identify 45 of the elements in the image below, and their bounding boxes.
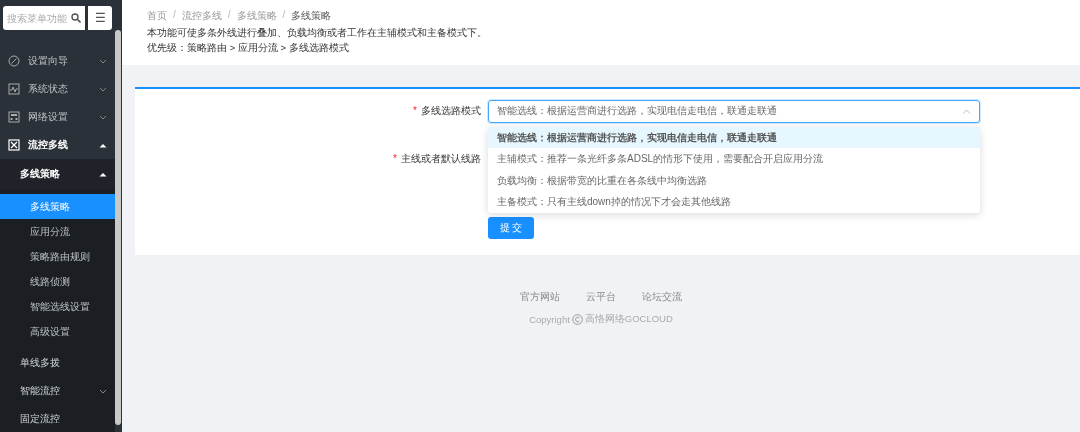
dropdown-option[interactable]: 智能选线：根据运营商进行选路，实现电信走电信，联通走联通 (488, 126, 980, 148)
dropdown-option[interactable]: 负载均衡：根据带宽的比重在各条线中均衡选路 (488, 169, 980, 191)
breadcrumb-separator: / (227, 9, 231, 22)
menu-item[interactable]: 流控多线 (0, 131, 115, 159)
required-mark: * (413, 105, 417, 116)
search-icon (71, 13, 81, 23)
search-field[interactable]: 搜索菜单功能 (3, 6, 85, 30)
menu-item[interactable]: 固定流控 (0, 405, 115, 432)
caret-up-icon (99, 142, 107, 148)
crossed-box-icon (8, 139, 20, 151)
copyright-text: Copyright (529, 314, 570, 325)
menu-item[interactable]: 高级设置 (0, 319, 115, 344)
menu-item[interactable]: 智能流控 (0, 377, 115, 405)
required-mark: * (393, 153, 397, 164)
menu-item[interactable]: 多线策略 (0, 159, 115, 189)
description-text: 本功能可使多条外线进行叠加、负载均衡或者工作在主辅模式和主备模式下。 (147, 27, 488, 40)
copyright-owner: 高恪网络GOCLOUD (584, 313, 673, 326)
caret-up-icon (99, 171, 107, 177)
menu-item[interactable]: 单线多拨 (0, 349, 115, 377)
menu-button[interactable]: ☰ (88, 6, 112, 30)
device-icon (8, 111, 20, 123)
dropdown-option[interactable]: 主备模式：只有主线down掉的情况下才会走其他线路 (488, 191, 980, 213)
pulse-chart-icon (8, 83, 20, 95)
description-text: 优先级：策略路由 > 应用分流 > 多线选路模式 (147, 42, 350, 55)
caret-down-icon (99, 114, 107, 120)
scrollbar[interactable] (115, 30, 121, 425)
breadcrumb-separator: / (282, 9, 286, 22)
caret-down-icon (99, 58, 107, 64)
menu-item[interactable]: 应用分流 (0, 219, 115, 244)
caret-down-icon (99, 388, 107, 394)
menu-item[interactable]: 设置向导 (0, 47, 115, 75)
copyright-icon (571, 314, 583, 325)
menu-item[interactable]: 策略路由规则 (0, 244, 115, 269)
field-label: * 多线选路模式 (412, 104, 482, 118)
menu-item[interactable]: 智能选线设置 (0, 294, 115, 319)
breadcrumb-separator: / (173, 9, 176, 22)
compass-icon (8, 55, 20, 67)
dropdown-option[interactable]: 主辅模式：推荐一条光纤多条ADSL的情形下使用，需要配合开启应用分流 (488, 148, 980, 170)
menu-item[interactable]: 系统状态 (0, 75, 115, 103)
select-field[interactable]: 智能选线：根据运营商进行选路，实现电信走电信，联通走联通 (488, 99, 980, 123)
field-label: * 主线或者默认线路 (392, 152, 482, 166)
menu-item[interactable]: 线路侦测 (0, 269, 115, 294)
chevron-up-icon (962, 108, 971, 114)
caret-down-icon (99, 86, 107, 92)
menu-item[interactable]: 网络设置 (0, 103, 115, 131)
